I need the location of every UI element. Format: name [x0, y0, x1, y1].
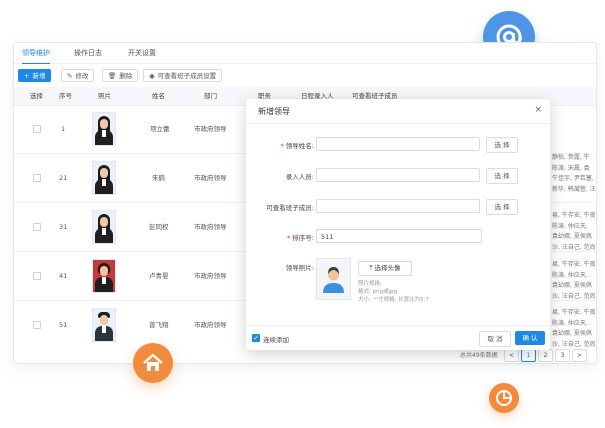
tab-leader-maintenance[interactable]: 领导维护 [22, 43, 50, 64]
row-seq: 21 [59, 174, 68, 182]
user-avatar-icon [323, 267, 344, 293]
row-seq: 1 [61, 125, 66, 133]
select-view-members-button[interactable]: 选 择 [486, 199, 518, 215]
leader-photo [92, 259, 116, 293]
row-checkbox[interactable] [33, 223, 41, 231]
plus-icon: + [24, 72, 30, 80]
row-dept: 市政府领导 [194, 321, 227, 329]
avatar-preview [316, 258, 351, 300]
row-seq: 41 [59, 272, 68, 280]
continue-add-checkbox[interactable]: ✓ [252, 334, 260, 342]
close-icon[interactable]: × [534, 105, 542, 115]
row-seq: 31 [59, 223, 68, 231]
leader-name-input[interactable] [316, 137, 480, 151]
leader-photo [92, 308, 116, 342]
home-circle-icon [133, 343, 173, 383]
col-name: 姓名 [152, 92, 165, 100]
upload-avatar-button[interactable]: ⤒ 选择头像 [358, 261, 412, 276]
row-seq: 51 [59, 321, 68, 329]
leader-name-label: * 领导姓名: [280, 142, 314, 150]
trash-icon: 🗑 [108, 72, 117, 80]
row-name: 朱鹤 [152, 174, 165, 182]
photo-spec-hint: 照片规格: 格式: png或jpg 大小: 一寸规格, 长宽比为5:7 [358, 281, 429, 303]
select-leader-button[interactable]: 选 择 [486, 137, 518, 153]
entry-person-label: 录入人员: [285, 173, 314, 181]
view-members-input[interactable] [316, 199, 480, 213]
eye-icon: ◉ [149, 72, 155, 80]
row-name: 项立蕾 [150, 125, 170, 133]
select-entry-person-button[interactable]: 选 择 [486, 168, 518, 184]
row-checkbox[interactable] [33, 174, 41, 182]
row-dept: 市政府领导 [194, 272, 227, 280]
next-page-button[interactable]: > [572, 349, 587, 362]
dialog-header: 新增领导 × [246, 99, 550, 124]
edit-button[interactable]: ✎ 修改 [61, 69, 95, 82]
row-members-text: 易, 牛存安, 牛夜陈涛, 仲应天,袁幼娜, 夏侯佩沙, 汪自己, 范尚白, [552, 261, 596, 300]
edit-icon: ✎ [67, 72, 73, 80]
dialog-footer: ✓ 连续添加 取 消 确 认 [246, 325, 550, 351]
leader-photo-label: 领导照片: [285, 264, 314, 272]
pie-chart-circle-icon [489, 383, 519, 413]
page-3-button[interactable]: 3 [555, 349, 570, 362]
leader-photo [92, 112, 116, 146]
continue-add-label: 连续添加 [263, 336, 289, 344]
row-dept: 市政府领导 [194, 125, 227, 133]
row-dept: 市政府领导 [194, 174, 227, 182]
total-count: 总共49条数据 [460, 352, 498, 359]
row-members-text: 易, 牛存安, 牛夜陈涛, 仲应天,袁幼娜, 夏侯佩沙, 汪自己, 范尚白, [552, 212, 596, 251]
pie-chart-icon [496, 390, 512, 406]
add-button[interactable]: + 新增 [18, 69, 52, 82]
leader-photo [92, 210, 116, 244]
row-checkbox[interactable] [33, 272, 41, 280]
row-name: 彭同权 [149, 223, 169, 231]
sort-order-label: * 排序号: [287, 234, 314, 242]
row-members-text: 静怡, 贺露, 牛陈涛, 宋晨, 袁牛佳宇, 尹若塞, 袁幼新华, 韩凝萱, 汪… [552, 154, 597, 193]
home-icon [143, 353, 163, 371]
col-photo: 照片 [98, 92, 111, 100]
col-seq: 序号 [59, 92, 72, 100]
col-dept: 部门 [204, 92, 217, 100]
tab-bar: 领导维护 操作日志 开关设置 [14, 43, 596, 64]
toolbar: + 新增 ✎ 修改 🗑 删除 ◉ 可查看班子成员设置 [14, 65, 596, 85]
dialog-title: 新增领导 [258, 107, 290, 116]
confirm-button[interactable]: 确 认 [515, 331, 545, 345]
leader-photo [92, 161, 116, 195]
add-leader-dialog: 新增领导 × * 领导姓名: 选 择 录入人员: 选 择 可查看班子成员: 选 择… [246, 99, 550, 350]
entry-person-input[interactable] [316, 168, 480, 182]
tab-switch-settings[interactable]: 开关设置 [128, 43, 156, 63]
sort-order-input[interactable]: 511 [316, 229, 482, 243]
row-checkbox[interactable] [33, 125, 41, 133]
col-select: 选择 [30, 92, 43, 100]
row-members-text: 易, 牛存安, 牛夜陈涛, 仲应天,袁幼娜, 夏侯佩沙, 汪自己, 范尚白, [552, 309, 596, 348]
row-dept: 市政府领导 [194, 223, 227, 231]
tab-operation-log[interactable]: 操作日志 [74, 43, 102, 63]
row-name: 卢青晏 [149, 272, 169, 280]
row-name: 曾飞翔 [149, 321, 169, 329]
delete-button[interactable]: 🗑 删除 [102, 69, 139, 82]
row-checkbox[interactable] [33, 321, 41, 329]
view-members-button[interactable]: ◉ 可查看班子成员设置 [143, 69, 223, 82]
cancel-button[interactable]: 取 消 [479, 331, 511, 347]
view-members-label: 可查看班子成员: [266, 204, 314, 212]
